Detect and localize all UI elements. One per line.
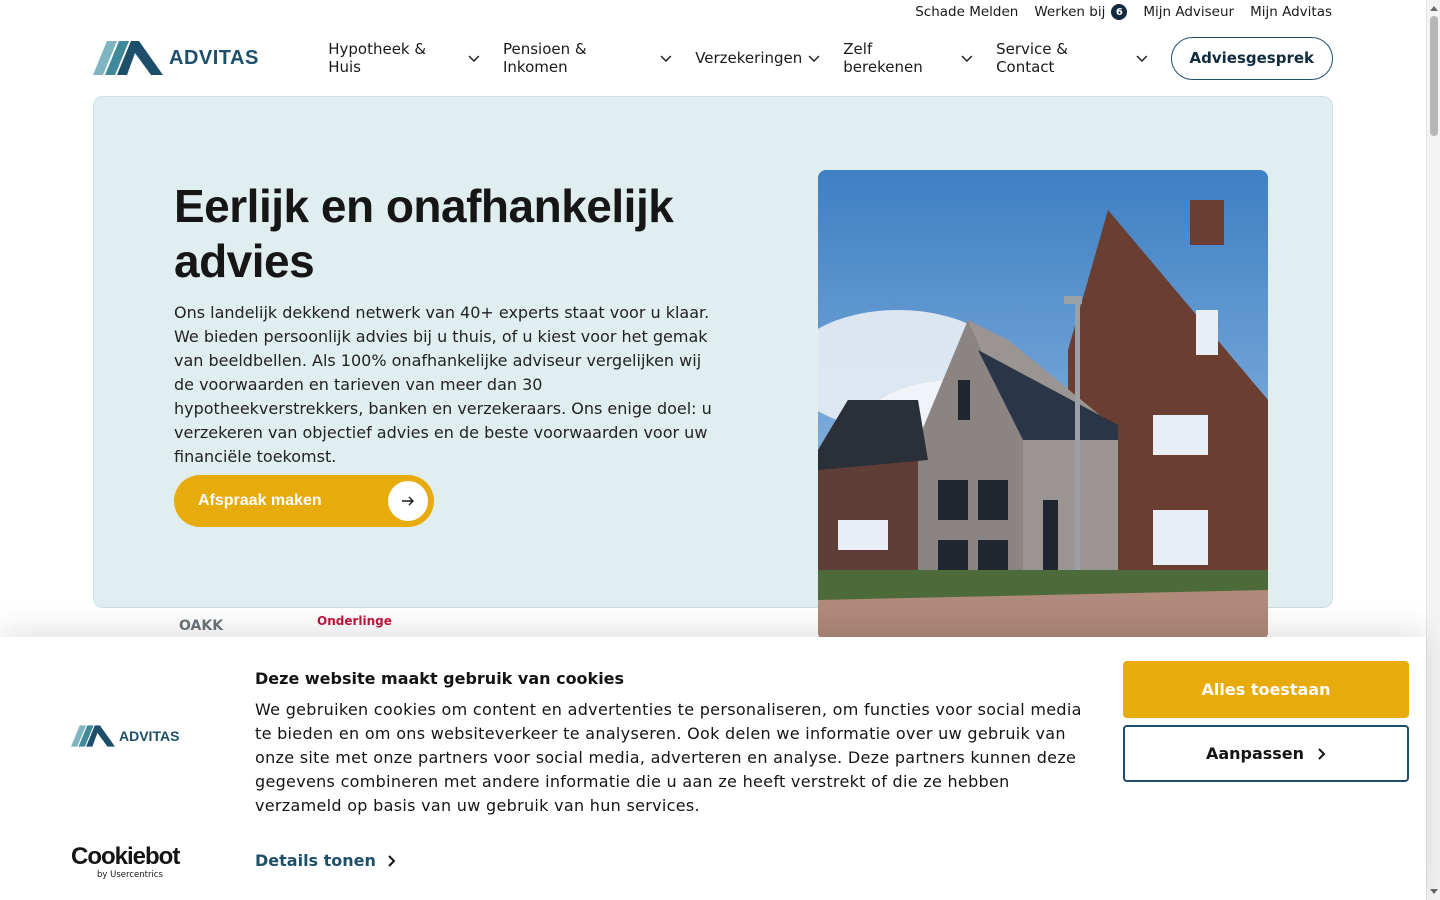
aanpassen-button[interactable]: Aanpassen — [1123, 725, 1409, 782]
afspraak-maken-label: Afspraak maken — [198, 492, 322, 509]
hero-body-text: Ons landelijk dekkend netwerk van 40+ ex… — [174, 303, 712, 466]
mijn-advitas-label: Mijn Advitas — [1250, 4, 1332, 20]
advitas-logo-mark — [93, 41, 163, 75]
nav-zelf-berekenen[interactable]: Zelf berekenen — [843, 40, 974, 76]
main-header: ADVITAS Hypotheek & Huis Pensioen & Inko… — [93, 36, 1333, 80]
scroll-up-arrow-icon[interactable] — [1430, 6, 1438, 11]
hero-section: Eerlijk en onafhankelijk advies Ons land… — [93, 96, 1333, 640]
cookie-banner-logo-text: ADVITAS — [119, 728, 180, 744]
chevron-right-icon — [1318, 747, 1326, 760]
partner-logo-onderlinge: Onderlinge — [317, 614, 392, 628]
aanpassen-label: Aanpassen — [1205, 744, 1305, 763]
werken-bij-label: Werken bij — [1034, 4, 1106, 20]
chevron-down-icon — [1136, 55, 1147, 62]
advitas-logo-mark-small — [71, 725, 115, 747]
nav-zelf-berekenen-label: Zelf berekenen — [843, 40, 923, 76]
partner-logo-strip: OAKK Onderlinge — [93, 612, 793, 638]
nav-pensioen-inkomen[interactable]: Pensioen & Inkomen — [503, 40, 673, 76]
nav-verzekeringen-label: Verzekeringen — [695, 49, 803, 67]
advitas-logo-text: ADVITAS — [169, 46, 259, 69]
partner-logo-oakk: OAKK — [179, 618, 224, 634]
scroll-down-arrow-icon[interactable] — [1430, 889, 1438, 894]
cookie-banner-title: Deze website maakt gebruik van cookies — [255, 669, 625, 688]
chevron-down-icon — [660, 55, 672, 62]
nav-service-contact[interactable]: Service & Contact — [996, 40, 1148, 76]
hero-title: Eerlijk en onafhankelijk advies — [174, 180, 674, 287]
nav-pensioen-inkomen-label: Pensioen & Inkomen — [503, 40, 587, 76]
cookiebot-name: Cookiebot — [71, 843, 180, 870]
schade-melden-link[interactable]: Schade Melden — [915, 4, 1018, 20]
nav-verzekeringen[interactable]: Verzekeringen — [695, 49, 821, 67]
nav-hypotheek-huis[interactable]: Hypotheek & Huis — [328, 40, 481, 76]
afspraak-maken-button[interactable]: Afspraak maken — [174, 475, 434, 527]
top-utility-bar: Schade Melden Werken bij 6 Mijn Adviseur … — [915, 0, 1332, 24]
main-nav: Hypotheek & Huis Pensioen & Inkomen Verz… — [328, 40, 1170, 76]
scrollbar-thumb[interactable] — [1430, 16, 1438, 136]
cookie-consent-banner: ADVITAS Cookiebot by Usercentrics Deze w… — [0, 637, 1426, 900]
mijn-adviseur-label: Mijn Adviseur — [1143, 4, 1235, 20]
page-scrollbar[interactable] — [1426, 0, 1440, 900]
schade-melden-label: Schade Melden — [915, 4, 1019, 20]
cookie-banner-text: We gebruiken cookies om content en adver… — [255, 700, 1082, 815]
mijn-adviseur-link[interactable]: Mijn Adviseur — [1143, 4, 1234, 20]
adviesgesprek-button[interactable]: Adviesgesprek — [1170, 36, 1333, 80]
chevron-down-icon — [468, 55, 480, 62]
hero-house-photo — [818, 170, 1268, 640]
details-tonen-link[interactable]: Details tonen — [255, 851, 396, 870]
cookiebot-by-line: by Usercentrics — [97, 870, 163, 880]
werken-bij-link[interactable]: Werken bij 6 — [1034, 4, 1128, 20]
vacancy-count-badge: 6 — [1111, 4, 1128, 20]
cookie-banner-advitas-logo: ADVITAS — [71, 725, 179, 747]
chevron-down-icon — [808, 55, 820, 62]
chevron-down-icon — [961, 55, 973, 62]
nav-hypotheek-huis-label: Hypotheek & Huis — [328, 40, 427, 76]
chevron-right-icon — [388, 854, 396, 867]
alles-toestaan-button[interactable]: Alles toestaan — [1123, 661, 1409, 718]
cookiebot-logo[interactable]: Cookiebot by Usercentrics — [71, 843, 180, 881]
details-tonen-label: Details tonen — [255, 851, 376, 870]
arrow-right-icon — [388, 481, 428, 521]
nav-service-contact-label: Service & Contact — [996, 40, 1068, 76]
advitas-logo[interactable]: ADVITAS — [93, 41, 328, 75]
mijn-advitas-link[interactable]: Mijn Advitas — [1250, 4, 1332, 20]
